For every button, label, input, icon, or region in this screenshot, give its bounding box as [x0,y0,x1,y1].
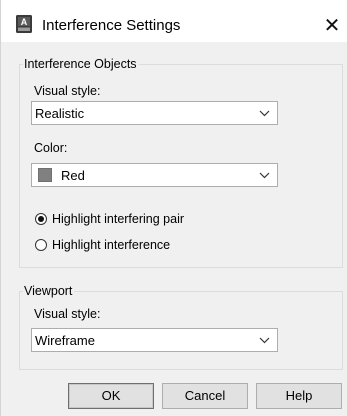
highlight-interference-label: Highlight interference [52,238,171,252]
color-swatch [38,168,52,182]
chevron-down-icon [259,337,270,344]
visual-style-label: Visual style: [34,84,101,98]
highlight-pair-label: Highlight interfering pair [52,212,185,226]
visual-style-dropdown[interactable]: Realistic [31,101,278,125]
radio-selected-icon [35,213,47,225]
chevron-down-icon [259,110,270,117]
chevron-down-icon [259,172,270,179]
color-value: Red [61,168,85,183]
title-bar: A Interference Settings ✕ [1,0,347,42]
close-icon: ✕ [323,14,341,37]
viewport-visual-style-value: Wireframe [35,333,95,348]
interference-settings-dialog: A Interference Settings ✕ Interference O… [0,0,347,416]
viewport-legend: Viewport [23,283,75,299]
autocad-app-icon: A [16,15,32,33]
help-button[interactable]: Help [256,383,342,409]
highlight-pair-radio[interactable]: Highlight interfering pair [35,210,184,228]
svg-text:A: A [21,17,28,27]
visual-style-value: Realistic [35,106,85,121]
ok-button[interactable]: OK [68,383,154,409]
viewport-visual-style-label: Visual style: [34,307,101,321]
viewport-visual-style-dropdown[interactable]: Wireframe [31,328,278,352]
interference-objects-legend: Interference Objects [23,56,139,72]
close-button[interactable]: ✕ [319,12,345,38]
dialog-title: Interference Settings [42,17,181,34]
highlight-interference-radio[interactable]: Highlight interference [35,236,170,254]
cancel-button[interactable]: Cancel [162,383,248,409]
radio-unselected-icon [35,239,47,251]
color-dropdown[interactable]: Red [31,163,278,187]
color-label: Color: [34,141,68,155]
